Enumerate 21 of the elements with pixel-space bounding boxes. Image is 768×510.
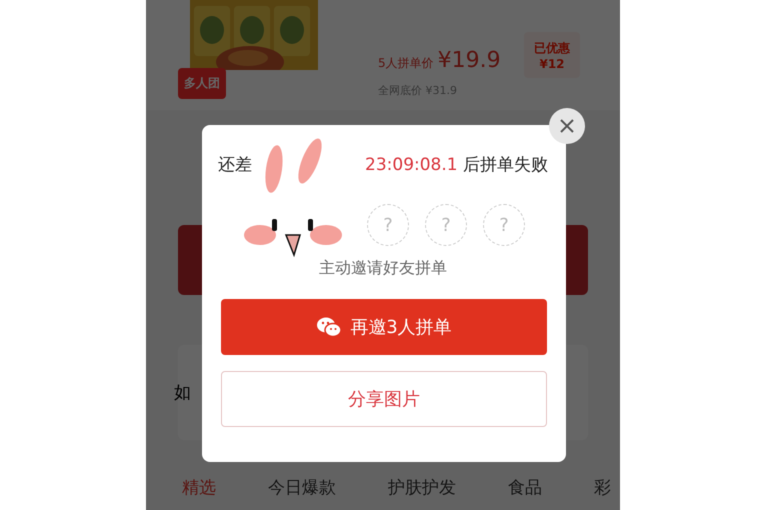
empty-member-slot: ? (367, 204, 409, 246)
close-icon (560, 119, 574, 133)
invite-button[interactable]: 再邀3人拼单 (221, 299, 547, 355)
card-text: 如 (174, 382, 191, 404)
remaining-label: 还差 (218, 154, 252, 176)
group-badge: 多人团 (178, 68, 226, 99)
category-tab[interactable]: 护肤护发 (388, 472, 456, 503)
invite-hint: 主动邀请好友拼单 (318, 258, 448, 279)
category-tab[interactable]: 彩 (594, 472, 611, 503)
empty-member-slot: ? (425, 204, 467, 246)
discount-tag: 已优惠 ¥12 (524, 32, 580, 78)
category-tab[interactable]: 今日爆款 (268, 472, 336, 503)
close-button[interactable] (549, 108, 585, 144)
empty-member-slot: ? (483, 204, 525, 246)
category-tab[interactable]: 精选 (182, 472, 216, 503)
chat-bubbles-icon (316, 316, 342, 338)
group-price: ¥19.9 (438, 48, 501, 73)
share-image-button[interactable]: 分享图片 (221, 371, 547, 427)
countdown-text: 23:09:08.1 后拼单失败 (365, 154, 548, 176)
price-label: 5人拼单价 (378, 55, 434, 72)
category-tab[interactable]: 食品 (508, 472, 542, 503)
